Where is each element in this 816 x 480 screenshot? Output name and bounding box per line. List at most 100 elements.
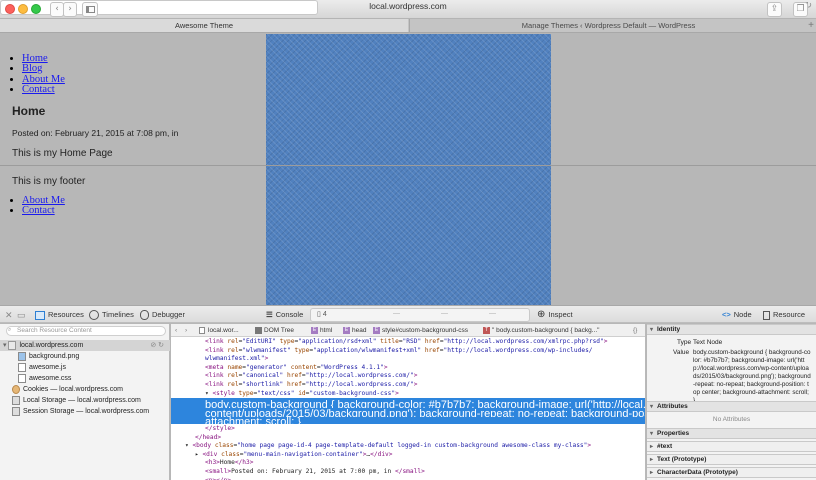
web-page: Home Blog About Me Contact Home Posted o… [0, 34, 816, 305]
resource-tree-root[interactable]: ▾ local.wordpress.com ⊘ ↻ [0, 340, 170, 351]
element-icon: E [343, 326, 350, 334]
resources-tab[interactable]: Resources [35, 309, 84, 321]
breadcrumb-item[interactable]: local.wor... [199, 326, 239, 335]
nav-item: Contact [22, 205, 65, 217]
share-icon: ⇪ [770, 4, 779, 14]
disclosure-open-icon: ▾ [650, 404, 654, 410]
console-label: Console [275, 310, 304, 319]
node-details-sidebar: ▾ Identity Type Text Node Value body.cust… [647, 324, 816, 480]
reload-icon[interactable]: ⊘ ↻ [150, 340, 164, 351]
timelines-tab[interactable]: Timelines [89, 309, 134, 321]
breadcrumb: ‹ › local.wor... DOM Tree Ehtml Ehead Es… [171, 324, 645, 337]
logs-count: — [489, 310, 496, 317]
value-text: body.custom-background { background-colo… [693, 349, 811, 404]
breadcrumb-item[interactable]: Ehead [343, 326, 366, 335]
disclosure-open-icon: ▾ [650, 327, 654, 333]
type-label: Type [677, 339, 692, 346]
tree-icon [255, 326, 262, 334]
property-row[interactable]: ▸ #text [647, 441, 816, 452]
disclosure-open-icon: ▾ [650, 431, 654, 437]
element-icon: E [373, 326, 380, 334]
resource-search-input[interactable]: Search Resource Content [6, 326, 166, 336]
document-icon [763, 310, 770, 320]
type-value: Text Node [693, 339, 723, 346]
properties-section-header[interactable]: ▾ Properties [647, 428, 816, 439]
tabs-icon: ❐ [796, 4, 805, 14]
folder-icon [8, 340, 17, 350]
inspect-button[interactable]: ⊕ Inspect [537, 309, 573, 321]
dom-tree-pane: ‹ › local.wor... DOM Tree Ehtml Ehead Es… [171, 324, 646, 480]
breadcrumb-item-selected[interactable]: T " body.custom-background { backg..." [483, 326, 599, 335]
dock-inspector-button[interactable]: ▭ [17, 309, 26, 321]
nav-back-icon[interactable]: ‹ [175, 326, 177, 335]
storage-icon [12, 406, 20, 416]
breadcrumb-item[interactable]: DOM Tree [255, 326, 294, 335]
disclosure-closed-icon: ▸ [650, 470, 654, 476]
stylesheet-file-icon [18, 373, 26, 383]
resource-tab[interactable]: Resource [763, 309, 805, 321]
footer-link-contact[interactable]: Contact [22, 205, 55, 217]
nav-link-contact[interactable]: Contact [22, 84, 55, 95]
resource-item[interactable]: background.png [18, 351, 79, 362]
nav-forward-icon[interactable]: › [185, 326, 187, 335]
attributes-section-header[interactable]: ▾ Attributes [647, 401, 816, 412]
cookie-icon [12, 384, 20, 394]
footer-text: This is my footer [12, 176, 86, 187]
storage-icon [12, 395, 20, 405]
tab-awesome-theme[interactable]: Awesome Theme [0, 19, 408, 32]
resources-label: Resources [48, 310, 84, 319]
footer-navigation: About Me Contact [22, 195, 65, 217]
new-tab-button[interactable]: + [808, 19, 814, 32]
warnings-count: — [441, 310, 448, 317]
tab-manage-themes[interactable]: Manage Themes ‹ Wordpress Default — Word… [409, 19, 807, 32]
address-text: local.wordpress.com [369, 1, 447, 11]
close-inspector-button[interactable]: ✕ [5, 309, 13, 321]
dom-tree-line[interactable]: <p></p> [171, 477, 645, 480]
page-body-text: This is my Home Page [12, 148, 113, 159]
disclosure-closed-icon: ▸ [650, 444, 654, 450]
inspect-label: Inspect [548, 310, 573, 319]
property-row[interactable]: ▸ CharacterData (Prototype) [647, 467, 816, 478]
value-label: Value [673, 349, 690, 356]
image-file-icon [18, 351, 26, 361]
document-icon [199, 326, 205, 334]
page-heading: Home [12, 104, 46, 118]
log-count: ▯ 4 [317, 311, 327, 318]
crosshair-icon: ⊕ [537, 309, 546, 321]
activity-dashboard[interactable]: ▯ 4 — — — [310, 308, 530, 322]
breadcrumb-item[interactable]: Estyle#custom-background-css [373, 326, 468, 335]
selected-node[interactable]: body.custom-background { background-colo… [171, 398, 645, 426]
console-button[interactable]: ☰ Console [266, 309, 303, 321]
post-meta: Posted on: February 21, 2015 at 7:08 pm,… [12, 128, 179, 138]
text-node-icon: T [483, 326, 490, 334]
property-row[interactable]: ▸ Text (Prototype) [647, 454, 816, 465]
resource-item[interactable]: awesome.css [18, 373, 71, 384]
console-icon: ☰ [266, 310, 273, 320]
element-icon: E [311, 326, 318, 334]
address-bar[interactable]: local.wordpress.com ↻ [0, 0, 812, 15]
storage-item[interactable]: Session Storage — local.wordpress.com [12, 406, 149, 417]
browser-toolbar: ‹ › local.wordpress.com ↻ ⇪ ❐ [0, 0, 816, 19]
share-button[interactable]: ⇪ [767, 2, 782, 17]
page-content: Home Blog About Me Contact Home Posted o… [0, 34, 816, 305]
node-tab[interactable]: <> Node [722, 309, 752, 321]
nav-item: Contact [22, 84, 65, 95]
stopwatch-icon [89, 310, 99, 321]
breadcrumb-item[interactable]: Ehtml [311, 326, 332, 335]
disclosure-open-icon: ▾ [3, 342, 7, 349]
resource-item[interactable]: awesome.js [18, 362, 66, 373]
node-label: Node [733, 310, 752, 319]
selected-text-line: attachment: scroll; } [205, 416, 301, 426]
disclosure-closed-icon: ▸ [650, 457, 654, 463]
format-icon[interactable]: {} [633, 326, 637, 335]
tab-bar: Awesome Theme Manage Themes ‹ Wordpress … [0, 19, 816, 33]
resources-icon [35, 310, 45, 320]
storage-item[interactable]: Cookies — local.wordpress.com [12, 384, 123, 395]
angle-brackets-icon: <> [722, 310, 731, 320]
identity-section-header[interactable]: ▾ Identity [647, 324, 816, 335]
storage-item[interactable]: Local Storage — local.wordpress.com [12, 395, 141, 406]
debugger-tab[interactable]: Debugger [140, 309, 185, 321]
timelines-label: Timelines [102, 310, 134, 319]
document-icon: ▯ [317, 311, 321, 318]
show-tabs-button[interactable]: ❐ [793, 2, 808, 17]
